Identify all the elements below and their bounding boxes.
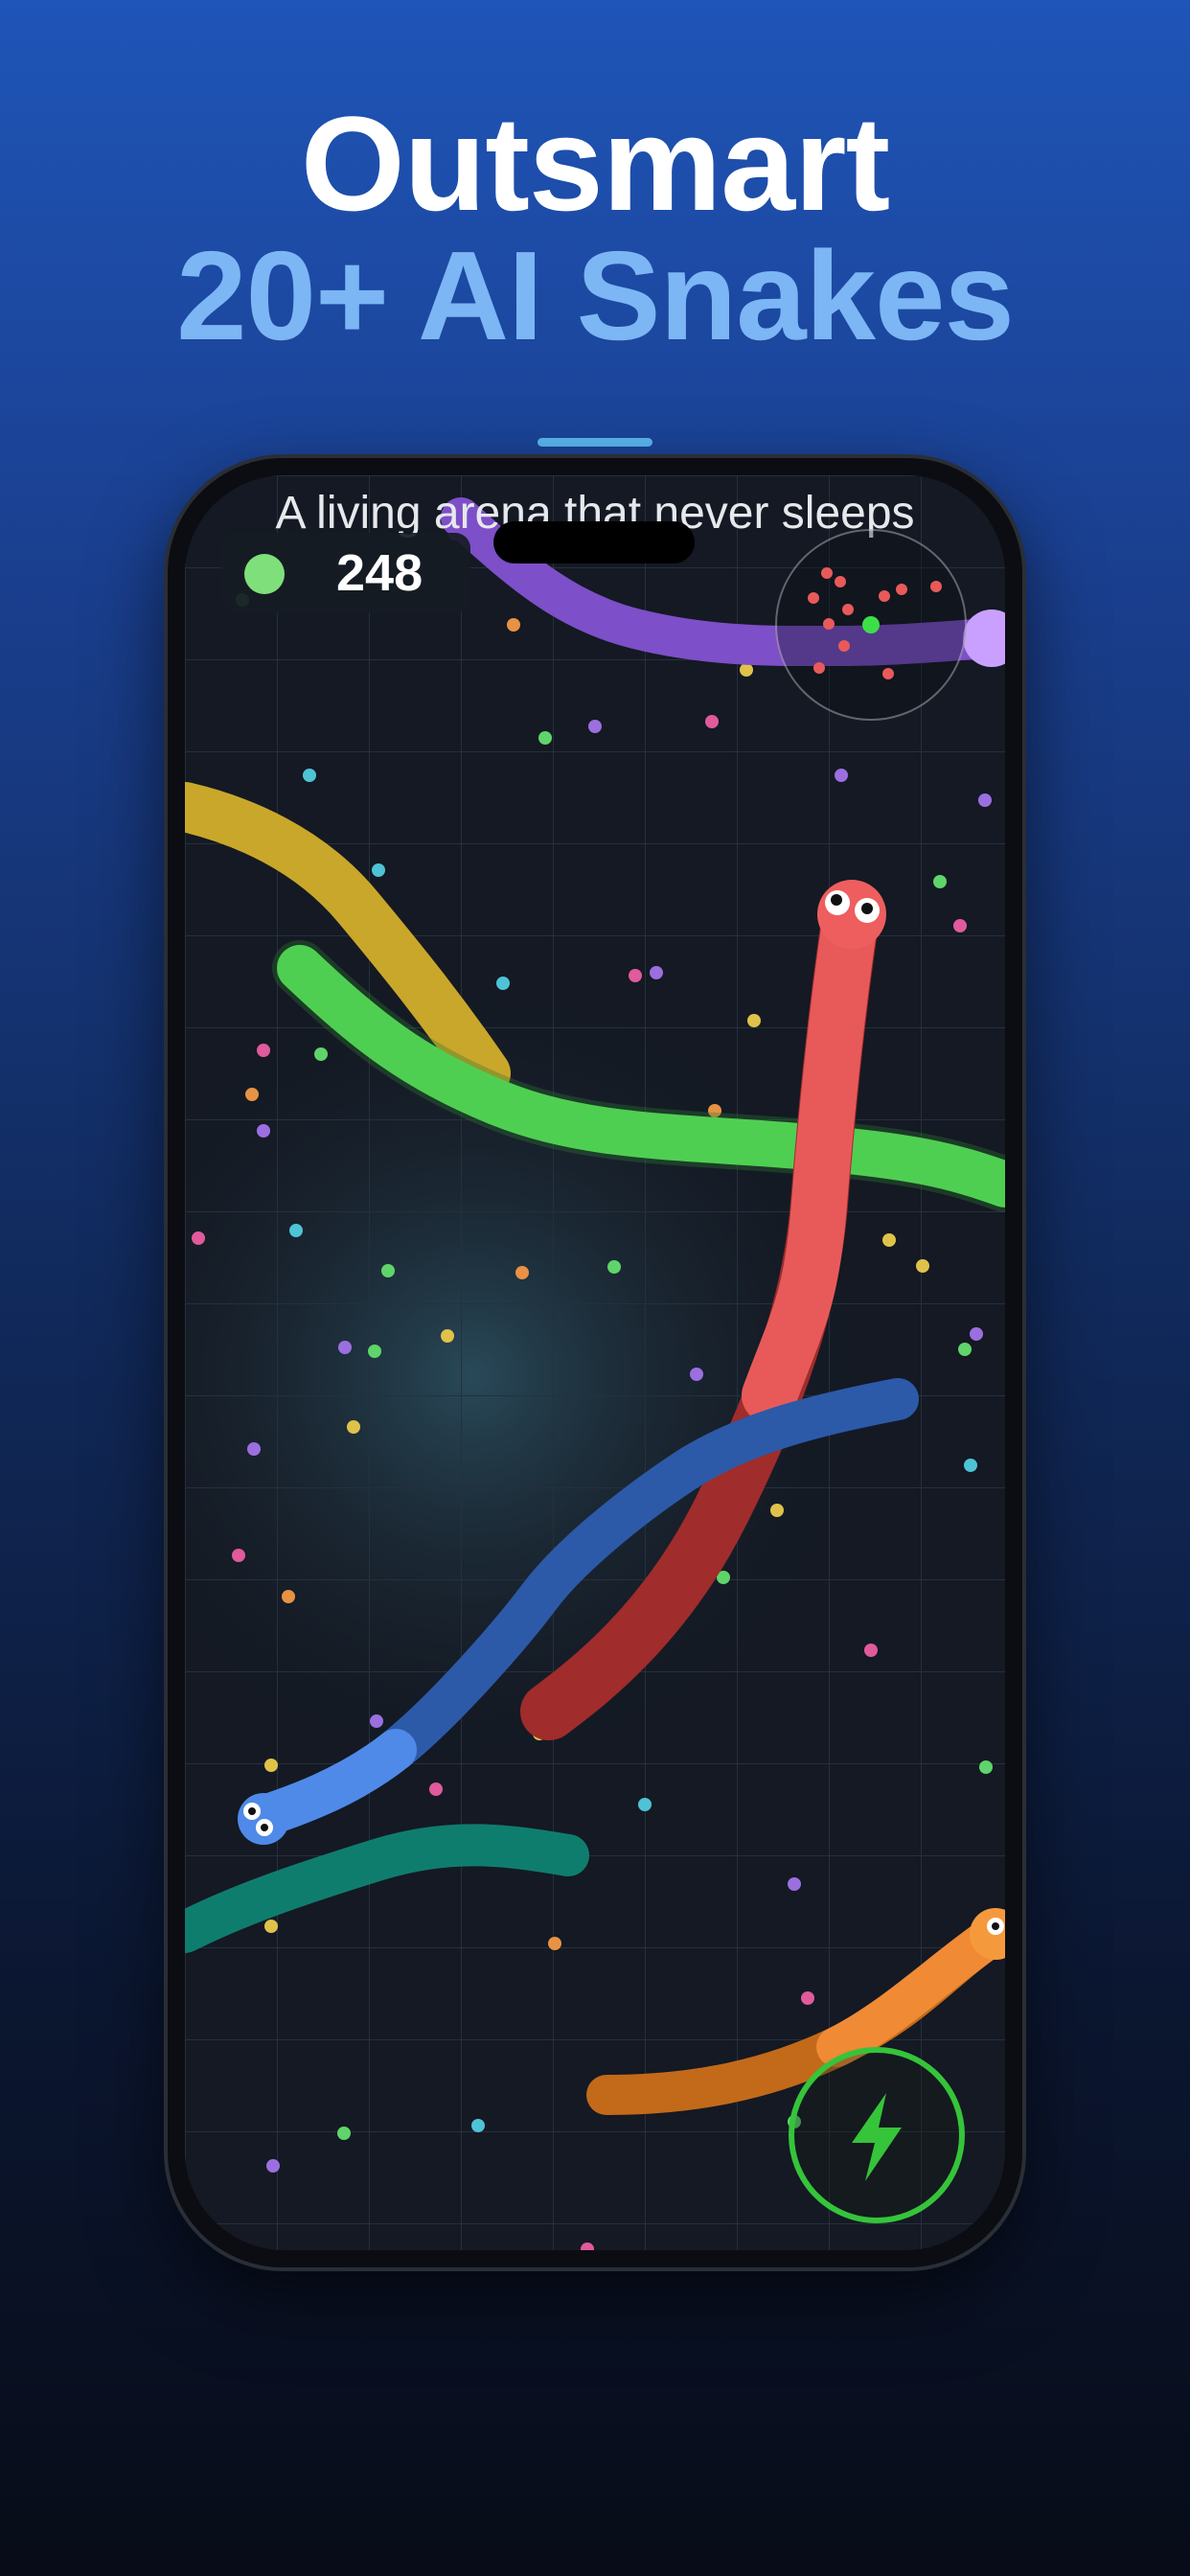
- accent-divider: [538, 438, 652, 447]
- boost-button[interactable]: [789, 2047, 965, 2223]
- phone-frame: A living arena that never sleeps 248: [168, 458, 1022, 2267]
- minimap-player-dot: [862, 616, 880, 633]
- score-display: 248: [221, 533, 470, 613]
- player-color-dot: [244, 554, 285, 594]
- arena-grid: [185, 475, 1005, 2250]
- headline-subtitle: 20+ AI Snakes: [176, 225, 1015, 366]
- score-value: 248: [336, 544, 423, 602]
- headline-title: Outsmart: [300, 88, 890, 239]
- game-arena[interactable]: [185, 475, 1005, 2250]
- lightning-icon: [852, 2093, 902, 2181]
- minimap: [775, 529, 967, 721]
- game-screen[interactable]: A living arena that never sleeps 248: [185, 475, 1005, 2250]
- dynamic-island: [493, 521, 695, 564]
